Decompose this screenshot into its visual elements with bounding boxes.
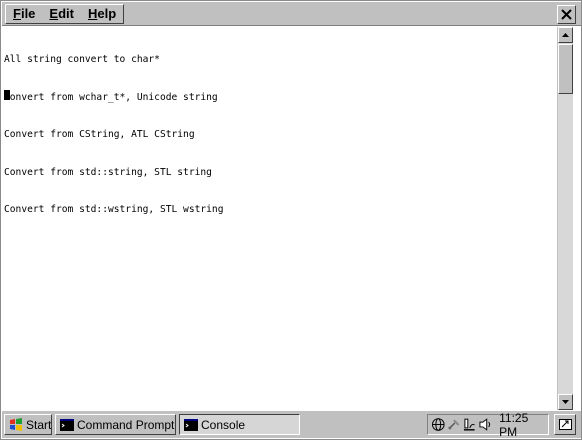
console-line: Convert from std::wstring, STL wstring	[4, 204, 224, 215]
arrow-up-icon	[562, 33, 569, 37]
scroll-thumb[interactable]	[558, 44, 573, 94]
console-output[interactable]: All string convert to char* Convert from…	[2, 27, 557, 410]
task-label: Command Prompt	[77, 417, 175, 432]
clock[interactable]: 11:25 PM	[499, 411, 548, 439]
taskbar: Start Command Prompt Console 11:25 PM	[2, 410, 581, 439]
app-window: File Edit Help All string convert to cha…	[0, 0, 582, 440]
task-label: Console	[201, 417, 246, 432]
text-cursor	[4, 90, 10, 100]
connection-icon[interactable]	[462, 417, 477, 432]
menu-help-accel: H	[87, 6, 98, 21]
scroll-down-button[interactable]	[558, 394, 573, 410]
console-text: All string convert to char* Convert from…	[4, 29, 224, 242]
start-button[interactable]: Start	[4, 414, 52, 435]
console-line: Convert from std::string, STL string	[4, 166, 212, 178]
network-globe-icon[interactable]	[431, 417, 446, 432]
task-command-prompt[interactable]: Command Prompt	[55, 414, 176, 435]
satellite-icon[interactable]	[447, 417, 462, 432]
menu-help[interactable]: Help	[81, 5, 123, 23]
start-label: Start	[26, 417, 52, 432]
console-line: Convert from wchar_t*, Unicode string	[4, 91, 218, 103]
console-line: Convert from CString, ATL CString	[4, 129, 195, 140]
menu-group: File Edit Help	[5, 4, 125, 24]
menu-file-accel: F	[13, 6, 21, 21]
task-console[interactable]: Console	[179, 414, 300, 435]
console-line: All string convert to char*	[4, 54, 160, 65]
menu-edit-label: dit	[58, 6, 74, 21]
menu-edit[interactable]: Edit	[42, 5, 81, 23]
close-button[interactable]	[557, 5, 576, 24]
menu-edit-accel: E	[49, 6, 59, 21]
console-icon	[184, 418, 198, 431]
windows-logo-icon	[10, 417, 22, 431]
volume-icon[interactable]	[478, 417, 493, 432]
menu-bar: File Edit Help	[2, 2, 581, 26]
arrow-down-icon	[562, 400, 569, 404]
menu-help-label: elp	[97, 6, 117, 21]
scroll-up-button[interactable]	[558, 27, 573, 43]
command-prompt-icon	[60, 418, 74, 431]
system-tray: 11:25 PM	[427, 411, 549, 439]
close-icon	[561, 9, 572, 20]
menu-file-label: ile	[20, 6, 36, 21]
menu-file[interactable]: File	[6, 5, 42, 23]
show-desktop-button[interactable]	[554, 414, 576, 435]
vertical-scrollbar[interactable]	[557, 27, 573, 410]
show-desktop-icon	[558, 419, 572, 430]
